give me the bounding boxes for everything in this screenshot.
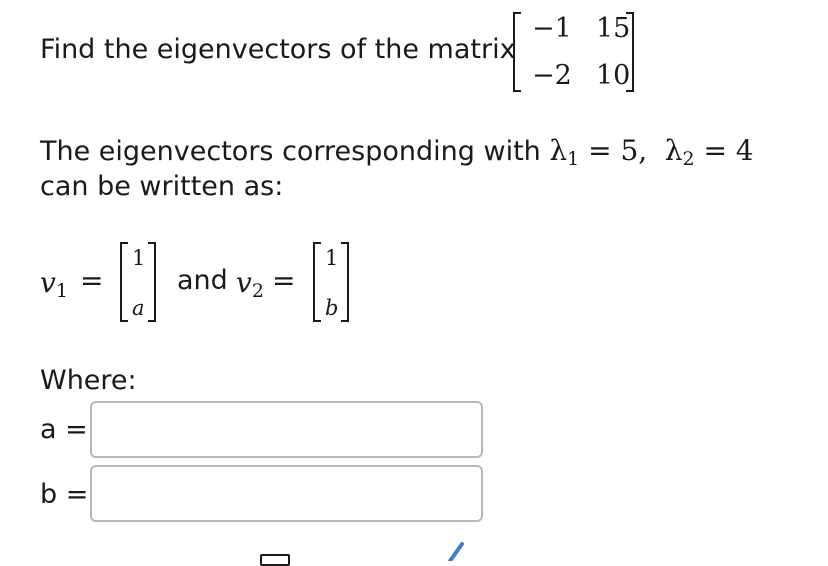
v2-bottom: b [325, 296, 339, 320]
a-label: a = [40, 414, 88, 445]
and-text: and [177, 265, 228, 296]
v1-right-bracket [148, 242, 156, 322]
b-input[interactable] [90, 465, 483, 522]
v2-equals: = [272, 264, 296, 297]
statement-text: The eigenvectors corresponding with [40, 136, 541, 167]
eigenvalue-statement: The eigenvectors corresponding with λ1 =… [40, 136, 754, 174]
question-prompt: Find the eigenvectors of the matrix [40, 34, 516, 65]
v2-top: 1 [325, 246, 339, 270]
v1-top: 1 [132, 246, 146, 270]
matrix-cell: −2 [532, 60, 572, 91]
where-label: Where: [40, 365, 137, 396]
v2-right-bracket [341, 242, 349, 322]
v1-left-bracket [120, 242, 128, 322]
b-label: b = [40, 479, 89, 510]
lambda-2: λ2 = 4 [664, 134, 754, 171]
pencil-icon[interactable] [446, 540, 466, 561]
matrix-cell: 15 [596, 13, 631, 44]
matrix-cell: 10 [596, 60, 631, 91]
v2-label: v2 [236, 266, 264, 303]
v1-bottom: a [132, 296, 145, 320]
v1-label: v1 [40, 266, 68, 303]
matrix-cell: −1 [532, 13, 572, 44]
statement-line-2: can be written as: [40, 171, 284, 202]
matrix-left-bracket [513, 12, 521, 92]
lambda-1: λ1 = 5, [549, 134, 648, 171]
v1-equals: = [80, 264, 104, 297]
v2-left-bracket [313, 242, 321, 322]
a-input[interactable] [90, 401, 483, 458]
checkbox-icon[interactable] [260, 554, 290, 566]
